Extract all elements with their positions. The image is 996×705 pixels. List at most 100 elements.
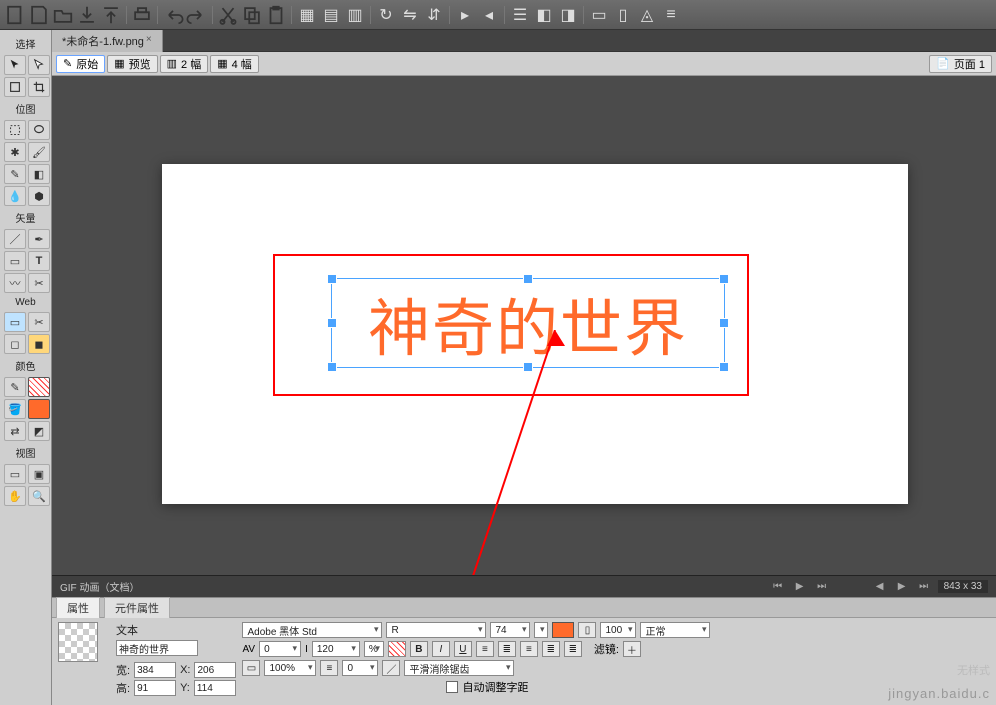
stamp-tool[interactable]: ⬢ [28, 186, 50, 206]
stroke-color[interactable] [28, 377, 50, 397]
handle-br[interactable] [720, 363, 728, 371]
swap-colors[interactable]: ⇄ [4, 421, 26, 441]
viewmode-2up[interactable]: ▥ 2 幅 [160, 55, 209, 73]
document-tab[interactable]: *未命名-1.fw.png × [52, 30, 163, 52]
pointer-tool[interactable] [4, 55, 26, 75]
underline-icon[interactable]: ▯ [578, 622, 596, 638]
import-button[interactable] [76, 4, 98, 26]
last-frame-button[interactable]: ⏭ [814, 580, 830, 594]
stroke-swatch[interactable] [388, 641, 406, 657]
canvas-area[interactable]: 神奇的世界 [52, 76, 996, 575]
paste-button[interactable] [265, 4, 287, 26]
canvas-text[interactable]: 神奇的世界 [368, 278, 688, 368]
open-button[interactable] [52, 4, 74, 26]
text-flow-button[interactable]: ≡ [320, 660, 338, 676]
scale-tool[interactable] [4, 77, 26, 97]
tab-properties[interactable]: 属性 [56, 597, 100, 618]
fill-color[interactable] [28, 399, 50, 419]
menu-button[interactable]: ≡ [660, 4, 682, 26]
width-input[interactable] [134, 662, 176, 678]
height-input[interactable] [134, 680, 176, 696]
print-button[interactable] [131, 4, 153, 26]
align-left-button[interactable]: ≡ [476, 641, 494, 657]
end-button[interactable]: ⏭ [916, 580, 932, 594]
handle-tr[interactable] [720, 275, 728, 283]
text-tool[interactable]: T [28, 251, 50, 271]
group-button[interactable]: ▦ [296, 4, 318, 26]
blur-tool[interactable]: 💧 [4, 186, 26, 206]
autokern-checkbox[interactable] [446, 681, 458, 693]
x-input[interactable] [194, 662, 236, 678]
font-size-stepper[interactable] [534, 622, 548, 638]
tracking-input[interactable]: 0 [259, 641, 301, 657]
y-input[interactable] [194, 680, 236, 696]
rotate-button[interactable]: ↻ [375, 4, 397, 26]
triangle-button[interactable]: ◬ [636, 4, 658, 26]
show-slice-tool[interactable]: ◼ [28, 334, 50, 354]
pen-tool[interactable]: ✒ [28, 229, 50, 249]
wand-tool[interactable]: ✱ [4, 142, 26, 162]
blend-mode-dropdown[interactable]: 正常 [640, 622, 710, 638]
prev-button[interactable]: ◀ [872, 580, 888, 594]
misc2-button[interactable]: ◨ [557, 4, 579, 26]
flip-h-button[interactable]: ⇋ [399, 4, 421, 26]
viewmode-4up[interactable]: ▦ 4 幅 [210, 55, 259, 73]
handle-bl[interactable] [328, 363, 336, 371]
save-button[interactable] [28, 4, 50, 26]
leading-input[interactable]: 120 [312, 641, 360, 657]
text-selection-box[interactable]: 神奇的世界 [275, 256, 747, 394]
handle-bm[interactable] [524, 363, 532, 371]
line-tool[interactable]: ／ [4, 229, 26, 249]
crop-tool[interactable] [28, 77, 50, 97]
font-style-dropdown[interactable]: R [386, 622, 486, 638]
baseline-input[interactable]: 0 [342, 660, 378, 676]
fullscreen-view[interactable]: ▣ [28, 464, 50, 484]
viewmode-original[interactable]: ✎ 原始 [56, 55, 105, 73]
orient-h-button[interactable]: ▭ [242, 660, 260, 676]
brush-tool[interactable]: 🖌 [28, 142, 50, 162]
cut-button[interactable] [217, 4, 239, 26]
align-stretch-button[interactable]: ≣ [564, 641, 582, 657]
marquee-tool[interactable] [4, 120, 26, 140]
play-button[interactable]: ▶ [792, 580, 808, 594]
default-colors[interactable]: ◩ [28, 421, 50, 441]
page-indicator[interactable]: 📄 页面 1 [929, 55, 992, 73]
align-center-button[interactable]: ≣ [498, 641, 516, 657]
freeform-tool[interactable]: 〰 [4, 273, 26, 293]
flatten-button[interactable]: ▭ [588, 4, 610, 26]
layers-button[interactable]: ☰ [509, 4, 531, 26]
hotspot-tool[interactable]: ▭ [4, 312, 26, 332]
font-family-dropdown[interactable]: Adobe 黑体 Std [242, 622, 382, 638]
leading-unit[interactable]: % [364, 641, 384, 657]
tab-component-props[interactable]: 元件属性 [104, 597, 170, 618]
font-size-dropdown[interactable]: 74 [490, 622, 530, 638]
bold-button[interactable]: B [410, 641, 428, 657]
export-button[interactable] [100, 4, 122, 26]
distribute-button[interactable]: ▥ [344, 4, 366, 26]
antialias-dropdown[interactable]: 平滑消除锯齿 [404, 660, 514, 676]
hide-slice-tool[interactable]: ◻ [4, 334, 26, 354]
front-button[interactable]: ▸ [454, 4, 476, 26]
underline-button[interactable]: U [454, 641, 472, 657]
copy-button[interactable] [241, 4, 263, 26]
next-button[interactable]: ▶ [894, 580, 910, 594]
alpha-input[interactable]: 100% [264, 660, 316, 676]
handle-tl[interactable] [328, 275, 336, 283]
eraser-tool[interactable]: ◧ [28, 164, 50, 184]
eyedropper-tool[interactable]: ✎ [4, 377, 26, 397]
misc-button[interactable]: ◧ [533, 4, 555, 26]
flip-v-button[interactable]: ⇵ [423, 4, 445, 26]
zoom-tool[interactable]: 🔍 [28, 486, 50, 506]
back-button[interactable]: ◂ [478, 4, 500, 26]
subselect-tool[interactable] [28, 55, 50, 75]
rect-tool[interactable]: ▭ [4, 251, 26, 271]
opacity-dropdown[interactable]: 100 [600, 622, 636, 638]
standard-view[interactable]: ▭ [4, 464, 26, 484]
object-name-input[interactable] [116, 640, 198, 656]
redo-button[interactable] [186, 4, 208, 26]
align-justify-button[interactable]: ≣ [542, 641, 560, 657]
align-button[interactable]: ▤ [320, 4, 342, 26]
pencil-tool[interactable]: ✎ [4, 164, 26, 184]
slice-tool[interactable]: ✂ [28, 312, 50, 332]
bucket-tool[interactable]: 🪣 [4, 399, 26, 419]
